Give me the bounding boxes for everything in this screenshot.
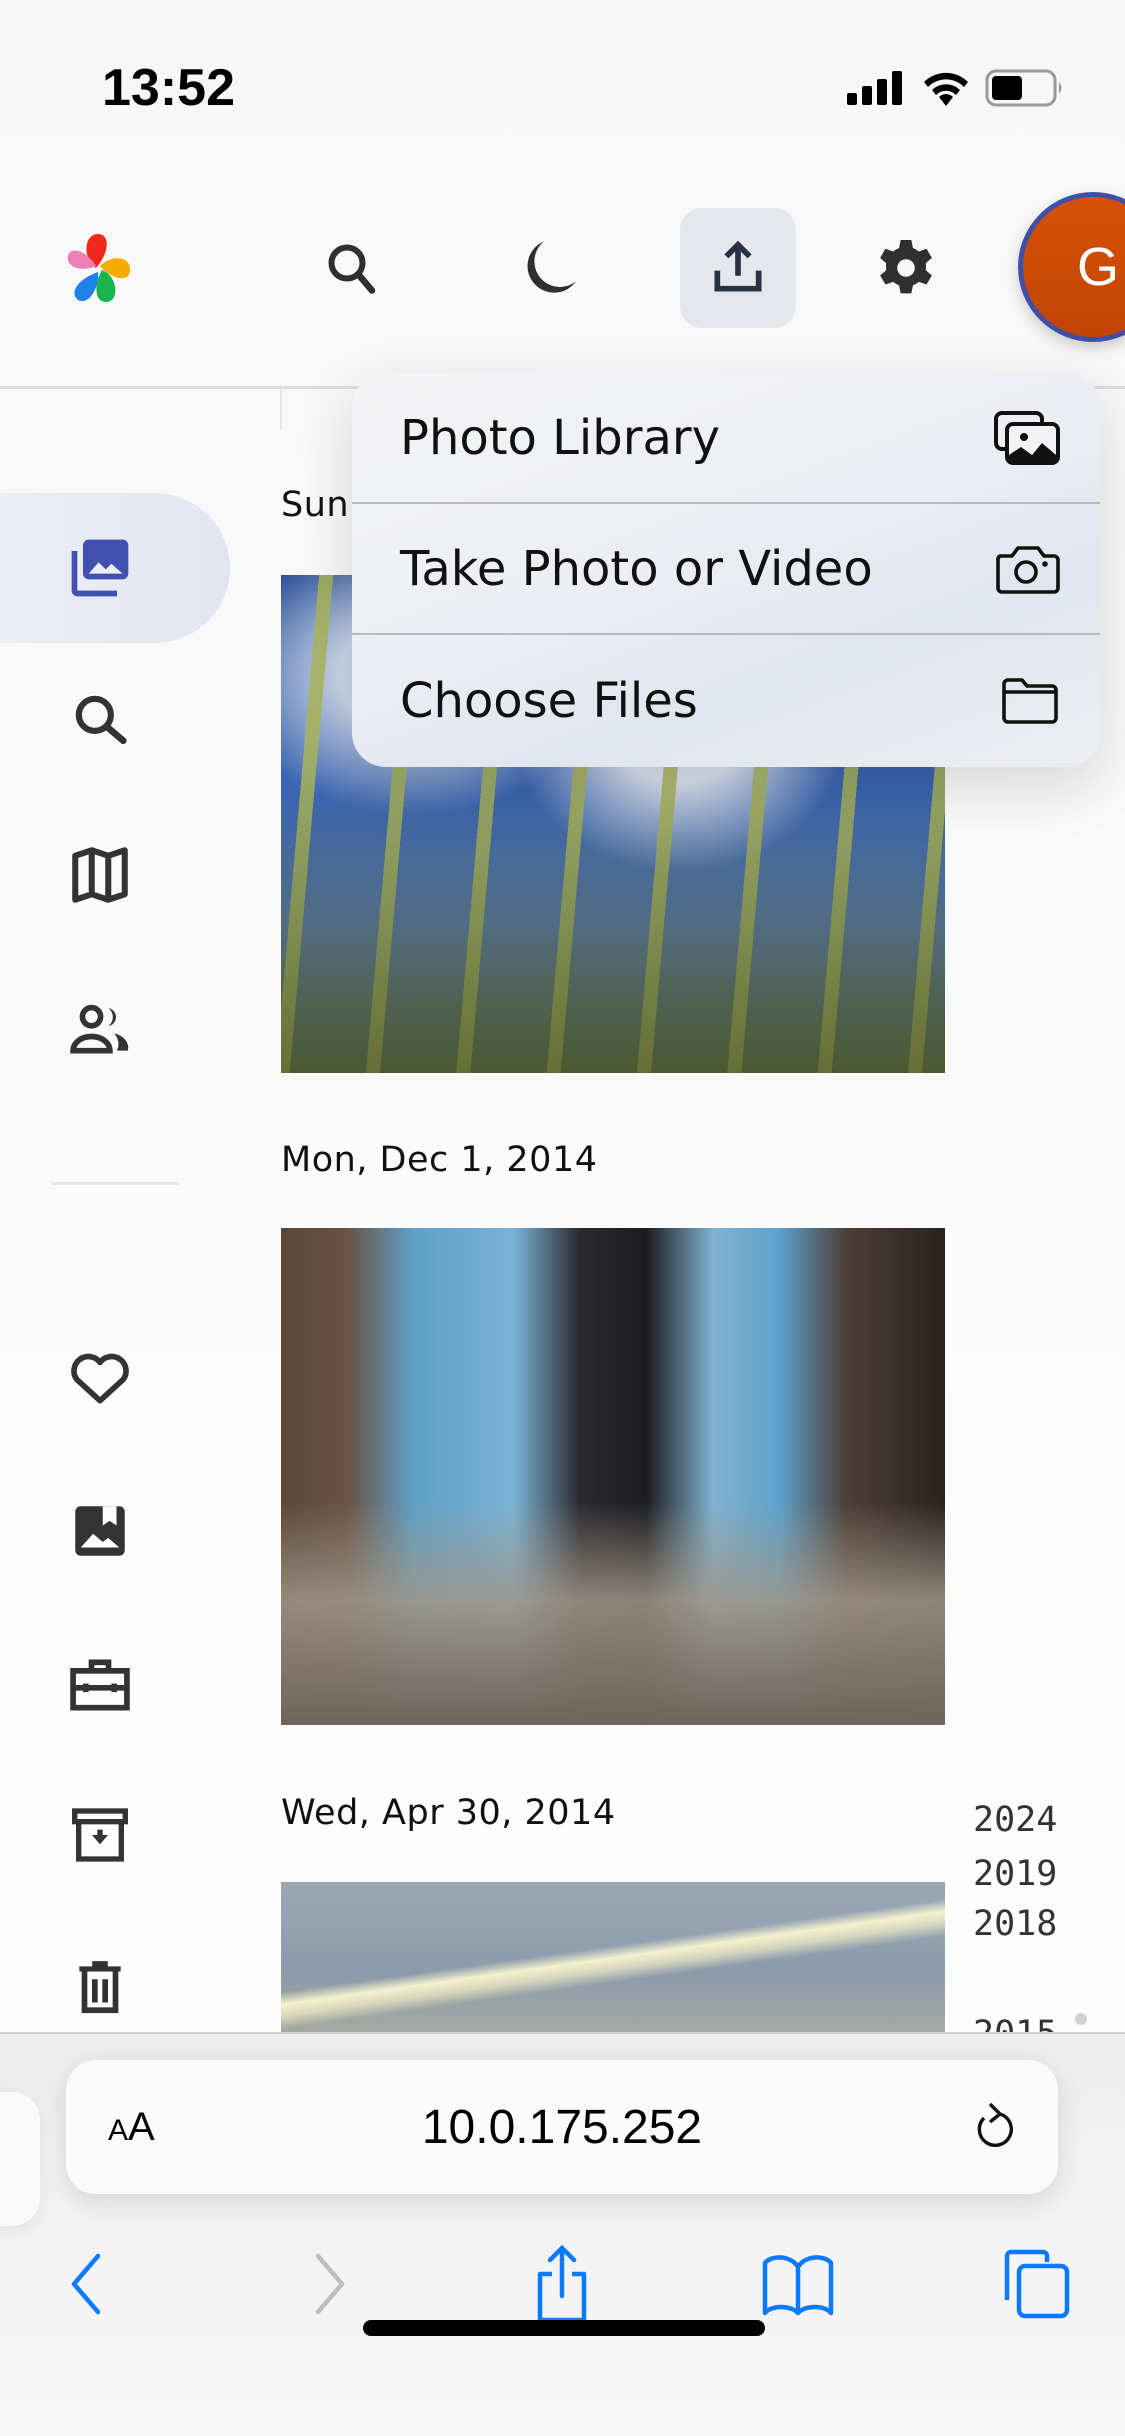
reload-button[interactable] <box>970 2100 1020 2161</box>
back-button[interactable] <box>36 2234 136 2334</box>
trash-icon <box>79 1961 121 2014</box>
back-icon <box>71 2253 101 2315</box>
browser-toolbar: AA 10.0.175.252 <box>0 2032 1125 2436</box>
forward-icon <box>315 2253 345 2315</box>
pinwheel-logo-icon <box>67 234 131 302</box>
theme-toggle-button[interactable] <box>494 208 610 328</box>
sidebar-item-sharing[interactable] <box>0 953 230 1103</box>
scrubber-year[interactable]: 2024 <box>973 1800 1057 1840</box>
folder-icon <box>1002 677 1058 724</box>
menu-item-label: Photo Library <box>400 409 721 466</box>
moon-icon <box>527 241 576 293</box>
photo-thumbnail[interactable] <box>281 1228 945 1725</box>
bookmarks-icon <box>762 2255 834 2316</box>
camera-icon <box>996 545 1060 594</box>
scrubber-handle[interactable] <box>1075 2013 1087 2025</box>
bookmarks-button[interactable] <box>748 2234 848 2334</box>
heart-icon <box>71 1353 129 1404</box>
photos-icon <box>71 539 129 597</box>
content-divider <box>280 389 282 429</box>
menu-item-photo-library[interactable]: Photo Library <box>352 373 1100 504</box>
people-icon <box>70 1004 129 1054</box>
gear-icon <box>880 240 932 294</box>
sidebar-item-utilities[interactable] <box>0 1610 230 1760</box>
user-avatar[interactable]: G <box>1018 192 1125 342</box>
sidebar-item-favorites[interactable] <box>0 1303 230 1453</box>
sidebar-item-photos[interactable] <box>0 493 230 643</box>
upload-icon <box>714 240 762 292</box>
menu-item-label: Choose Files <box>400 672 698 729</box>
toolbox-icon <box>70 1659 130 1711</box>
search-icon <box>328 244 376 294</box>
sidebar-item-explore[interactable] <box>0 645 230 795</box>
archive-icon <box>72 1808 128 1862</box>
tabs-icon <box>1004 2249 1070 2319</box>
date-group-label: Sun, <box>281 485 361 525</box>
battery-icon <box>985 69 1062 107</box>
url-text[interactable]: 10.0.175.252 <box>66 2100 1058 2155</box>
sidebar-divider <box>51 1182 179 1185</box>
upload-button[interactable] <box>680 208 796 328</box>
status-time: 13:52 <box>102 59 235 117</box>
app-logo[interactable] <box>60 228 140 308</box>
tabs-button[interactable] <box>985 2234 1085 2334</box>
sidebar-item-archive[interactable] <box>0 1760 230 1910</box>
avatar-initial: G <box>1077 237 1120 297</box>
scrubber-year[interactable]: 2015 <box>973 2014 1057 2032</box>
share-button[interactable] <box>512 2234 612 2334</box>
header-search-button[interactable] <box>294 208 410 328</box>
upload-menu: Photo Library Take Photo or Video Choose… <box>352 373 1100 767</box>
share-icon <box>537 2244 587 2323</box>
sidebar-item-albums[interactable] <box>0 1456 230 1606</box>
settings-button[interactable] <box>848 208 964 328</box>
scrubber-year[interactable]: 2018 <box>973 1904 1057 1944</box>
forward-button[interactable] <box>280 2234 380 2334</box>
menu-item-take-photo[interactable]: Take Photo or Video <box>352 504 1100 635</box>
sidebar-item-map[interactable] <box>0 800 230 950</box>
wifi-icon <box>924 72 968 106</box>
scrubber-year[interactable]: 2019 <box>973 1854 1057 1894</box>
status-icons <box>847 68 1065 108</box>
home-indicator[interactable] <box>363 2320 765 2336</box>
screen: 13:52 G Sun, Mon, Dec 1, 2014 Wed, Apr 3… <box>0 0 1125 2436</box>
date-group-label: Wed, Apr 30, 2014 <box>281 1793 616 1833</box>
reload-icon <box>977 2102 1014 2147</box>
album-icon <box>75 1506 125 1556</box>
map-icon <box>72 847 128 903</box>
address-bar[interactable]: AA 10.0.175.252 <box>66 2060 1058 2194</box>
menu-item-choose-files[interactable]: Choose Files <box>352 635 1100 766</box>
search-icon <box>75 695 127 745</box>
photo-thumbnail[interactable] <box>281 1882 945 2034</box>
date-group-label: Mon, Dec 1, 2014 <box>281 1140 598 1180</box>
photo-library-icon <box>994 410 1060 465</box>
previous-tab-preview[interactable] <box>0 2092 40 2226</box>
cellular-signal-icon <box>847 71 902 105</box>
menu-item-label: Take Photo or Video <box>400 540 873 597</box>
